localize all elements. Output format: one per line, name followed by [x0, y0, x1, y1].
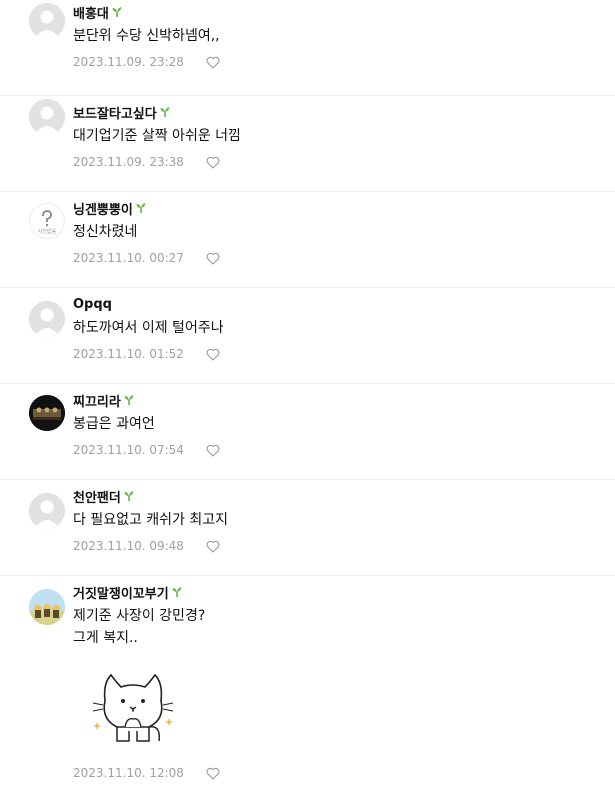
- comment-date: 2023.11.10. 07:54: [73, 443, 184, 457]
- comment-date: 2023.11.09. 23:38: [73, 155, 184, 169]
- sprout-icon: [124, 395, 134, 405]
- comment-date: 2023.11.10. 09:48: [73, 539, 184, 553]
- comment-list: 배홍대 분단위 수당 신박하넴여,, 2023.11.09. 23:28 보드잘…: [0, 0, 615, 796]
- sprout-icon: [172, 587, 182, 597]
- avatar[interactable]: 사진없음: [29, 203, 65, 239]
- comment-text: 봉급은 과여언: [73, 416, 155, 432]
- sprout-icon: [112, 7, 122, 17]
- nickname[interactable]: 천안팬더: [73, 487, 121, 506]
- nickname[interactable]: 닝겐뿡뿡이: [73, 199, 133, 218]
- avatar[interactable]: [29, 99, 65, 135]
- nickname[interactable]: 보드잘타고싶다: [73, 103, 157, 122]
- comment-date: 2023.11.09. 23:28: [73, 55, 184, 69]
- comment-date: 2023.11.10. 00:27: [73, 251, 184, 265]
- avatar[interactable]: [29, 589, 65, 625]
- heart-outline-icon[interactable]: [206, 540, 220, 553]
- sprout-icon: [124, 491, 134, 501]
- heart-outline-icon[interactable]: [206, 767, 220, 780]
- avatar[interactable]: [29, 493, 65, 529]
- heart-outline-icon[interactable]: [206, 348, 220, 361]
- avatar[interactable]: [29, 301, 65, 337]
- comment-item: 찌끄리라 봉급은 과여언 2023.11.10. 07:54: [0, 384, 615, 480]
- sprout-icon: [136, 203, 146, 213]
- comment-text: 다 필요없고 캐쉬가 최고지: [73, 512, 229, 528]
- cat-sticker-image: [92, 673, 174, 742]
- comment-item: 사진없음 닝겐뿡뿡이 정신차렸네 2023.11.10. 00:27: [0, 192, 615, 288]
- nickname[interactable]: 찌끄리라: [73, 391, 121, 410]
- comment-item: 천안팬더 다 필요없고 캐쉬가 최고지 2023.11.10. 09:48: [0, 480, 615, 576]
- sprout-icon: [160, 107, 170, 117]
- nickname[interactable]: 배홍대: [73, 3, 109, 22]
- comment-date: 2023.11.10. 12:08: [73, 766, 184, 780]
- nickname[interactable]: 거짓말쟁이꼬부기: [73, 583, 169, 602]
- svg-text:사진없음: 사진없음: [38, 228, 57, 235]
- comment-text: 하도까여서 이제 털어주나: [73, 320, 224, 336]
- comment-date: 2023.11.10. 01:52: [73, 347, 184, 361]
- avatar[interactable]: [29, 395, 65, 431]
- comment-item: 보드잘타고싶다 대기업기준 살짝 아쉬운 너낌 2023.11.09. 23:3…: [0, 96, 615, 192]
- comment-item: 거짓말쟁이꼬부기 제기준 사장이 강민경? 그게 복지.. 2023.11.10…: [0, 576, 615, 796]
- comment-text: 대기업기준 살짝 아쉬운 너낌: [73, 128, 241, 144]
- heart-outline-icon[interactable]: [206, 252, 220, 265]
- heart-outline-icon[interactable]: [206, 156, 220, 169]
- heart-outline-icon[interactable]: [206, 56, 220, 69]
- heart-outline-icon[interactable]: [206, 444, 220, 457]
- comment-text: 정신차렸네: [73, 224, 138, 240]
- comment-text: 분단위 수당 신박하넴여,,: [73, 28, 220, 44]
- avatar[interactable]: [29, 3, 65, 39]
- nickname[interactable]: Opqq: [73, 297, 112, 312]
- comment-item: 배홍대 분단위 수당 신박하넴여,, 2023.11.09. 23:28: [0, 0, 615, 96]
- comment-item: Opqq 하도까여서 이제 털어주나 2023.11.10. 01:52: [0, 288, 615, 384]
- comment-text: 제기준 사장이 강민경? 그게 복지..: [73, 608, 206, 646]
